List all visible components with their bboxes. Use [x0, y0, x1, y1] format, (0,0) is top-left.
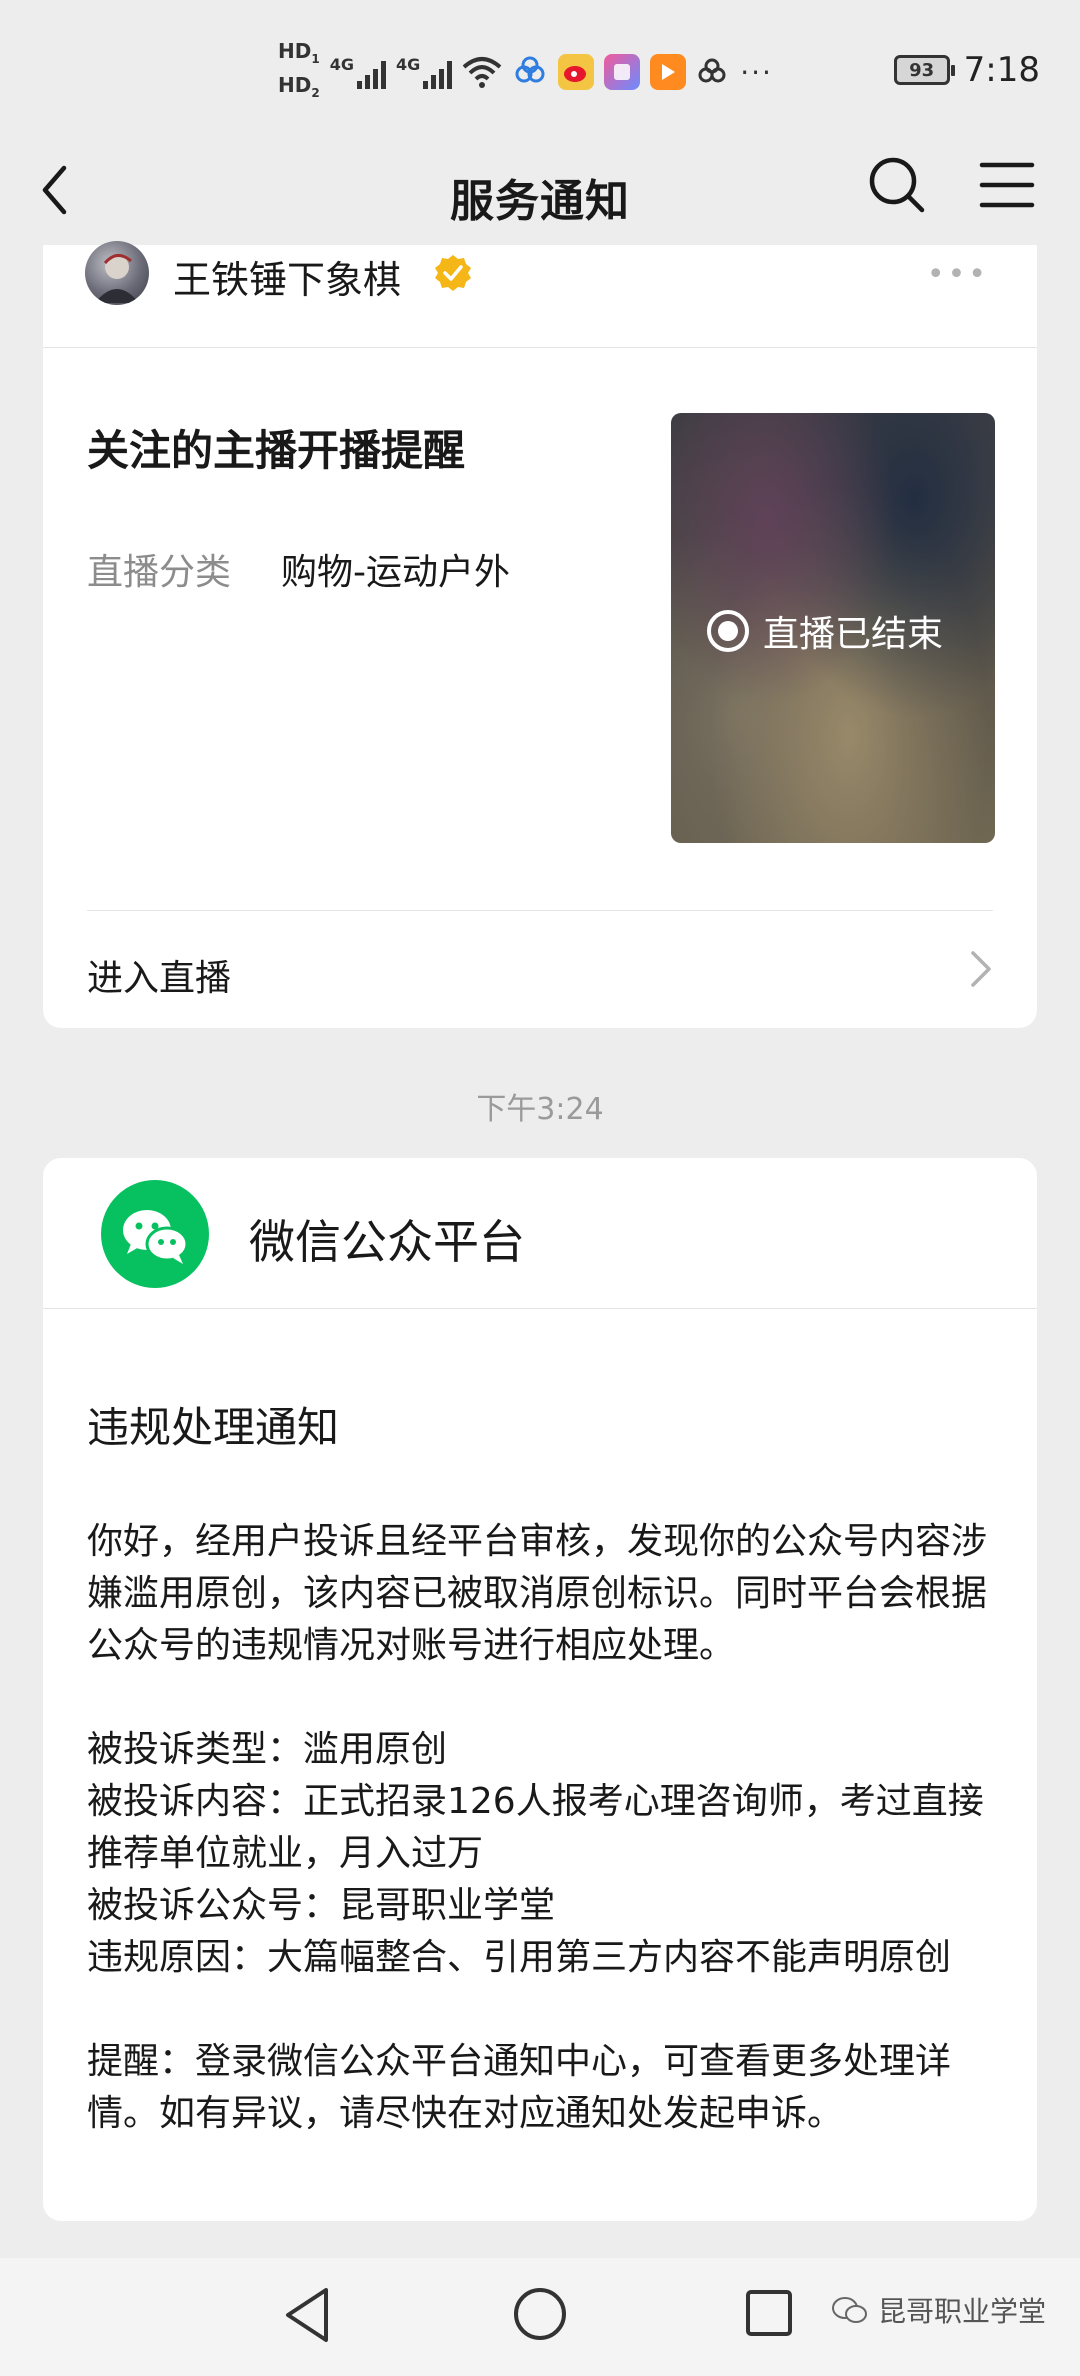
- category-label: 直播分类: [87, 552, 232, 593]
- live-ended-label: 直播已结束: [763, 614, 944, 655]
- sender-name[interactable]: 王铁锤下象棋: [173, 249, 401, 304]
- live-record-icon: [707, 610, 749, 652]
- live-reminder-card[interactable]: 王铁锤下象棋 ••• 关注的主播开播提醒 直播分类 购物-运动户外 直播已结束 …: [43, 241, 1037, 1028]
- weibo-icon: [558, 54, 595, 90]
- network2-label: 4G: [395, 55, 421, 74]
- notification-title: 违规处理通知: [87, 1403, 340, 1452]
- hd2-label: HD: [278, 73, 312, 97]
- wechat-watermark-icon: [831, 2297, 867, 2323]
- store-app-icon: [604, 54, 641, 90]
- card-header: 微信公众平台: [43, 1158, 1037, 1309]
- clock: 7:18: [963, 50, 1040, 90]
- hd1-label: HD: [278, 39, 312, 63]
- divider: [87, 910, 993, 911]
- battery-level: 93: [909, 59, 935, 81]
- status-bar: HD1 HD2 4G 4G ··· 93 7:18: [0, 0, 1080, 135]
- enter-live-link[interactable]: 进入直播: [87, 949, 231, 1001]
- notification-title: 关注的主播开播提醒: [87, 426, 466, 475]
- violation-notice-card[interactable]: 微信公众平台 违规处理通知 你好，经用户投诉且经平台审核，发现你的公众号内容涉嫌…: [43, 1158, 1037, 2221]
- signal-1-icon: 4G: [330, 55, 386, 89]
- nav-recents-icon[interactable]: [744, 2288, 794, 2338]
- menu-icon[interactable]: [972, 150, 1042, 220]
- sender-name[interactable]: 微信公众平台: [249, 1206, 525, 1272]
- card-header: 王铁锤下象棋 •••: [43, 241, 1037, 348]
- system-nav-bar: 昆哥职业学堂: [0, 2258, 1080, 2376]
- live-thumbnail[interactable]: 直播已结束: [671, 413, 995, 843]
- search-icon[interactable]: [862, 150, 932, 220]
- chevron-right-icon[interactable]: [965, 947, 995, 991]
- category-value: 购物-运动户外: [281, 552, 510, 593]
- watermark-text: 昆哥职业学堂: [877, 2295, 1046, 2328]
- status-icons-right: 93 7:18: [893, 50, 1040, 90]
- more-notifications-icon: ···: [740, 55, 773, 89]
- cloud-app-icon: [515, 56, 545, 83]
- hd2-sub: 2: [311, 86, 320, 100]
- nav-back-icon[interactable]: [282, 2286, 332, 2344]
- avatar[interactable]: [85, 241, 149, 305]
- wechat-logo-icon[interactable]: [101, 1180, 209, 1288]
- network1-label: 4G: [329, 55, 354, 74]
- live-ended-status: 直播已结束: [707, 605, 943, 657]
- more-options-icon[interactable]: •••: [927, 257, 989, 292]
- status-icons-left: HD1 HD2 4G 4G ···: [278, 40, 773, 104]
- wifi-icon: [462, 57, 502, 88]
- signal-2-icon: 4G: [395, 55, 453, 89]
- watermark: 昆哥职业学堂: [830, 2290, 1046, 2330]
- verified-badge-icon: [435, 255, 471, 291]
- notification-body: 你好，经用户投诉且经平台审核，发现你的公众号内容涉嫌滥用原创，该内容已被取消原创…: [87, 1521, 988, 2134]
- hd1-sub: 1: [311, 52, 320, 66]
- link-app-icon: [698, 58, 726, 83]
- hd-indicators: HD1 HD2: [278, 40, 320, 104]
- battery-icon: 93: [893, 55, 955, 85]
- nav-home-icon[interactable]: [512, 2286, 568, 2342]
- nav-bar: 服务通知: [0, 135, 1080, 245]
- message-timestamp: 下午3:24: [476, 1092, 604, 1127]
- video-app-icon: [650, 54, 687, 90]
